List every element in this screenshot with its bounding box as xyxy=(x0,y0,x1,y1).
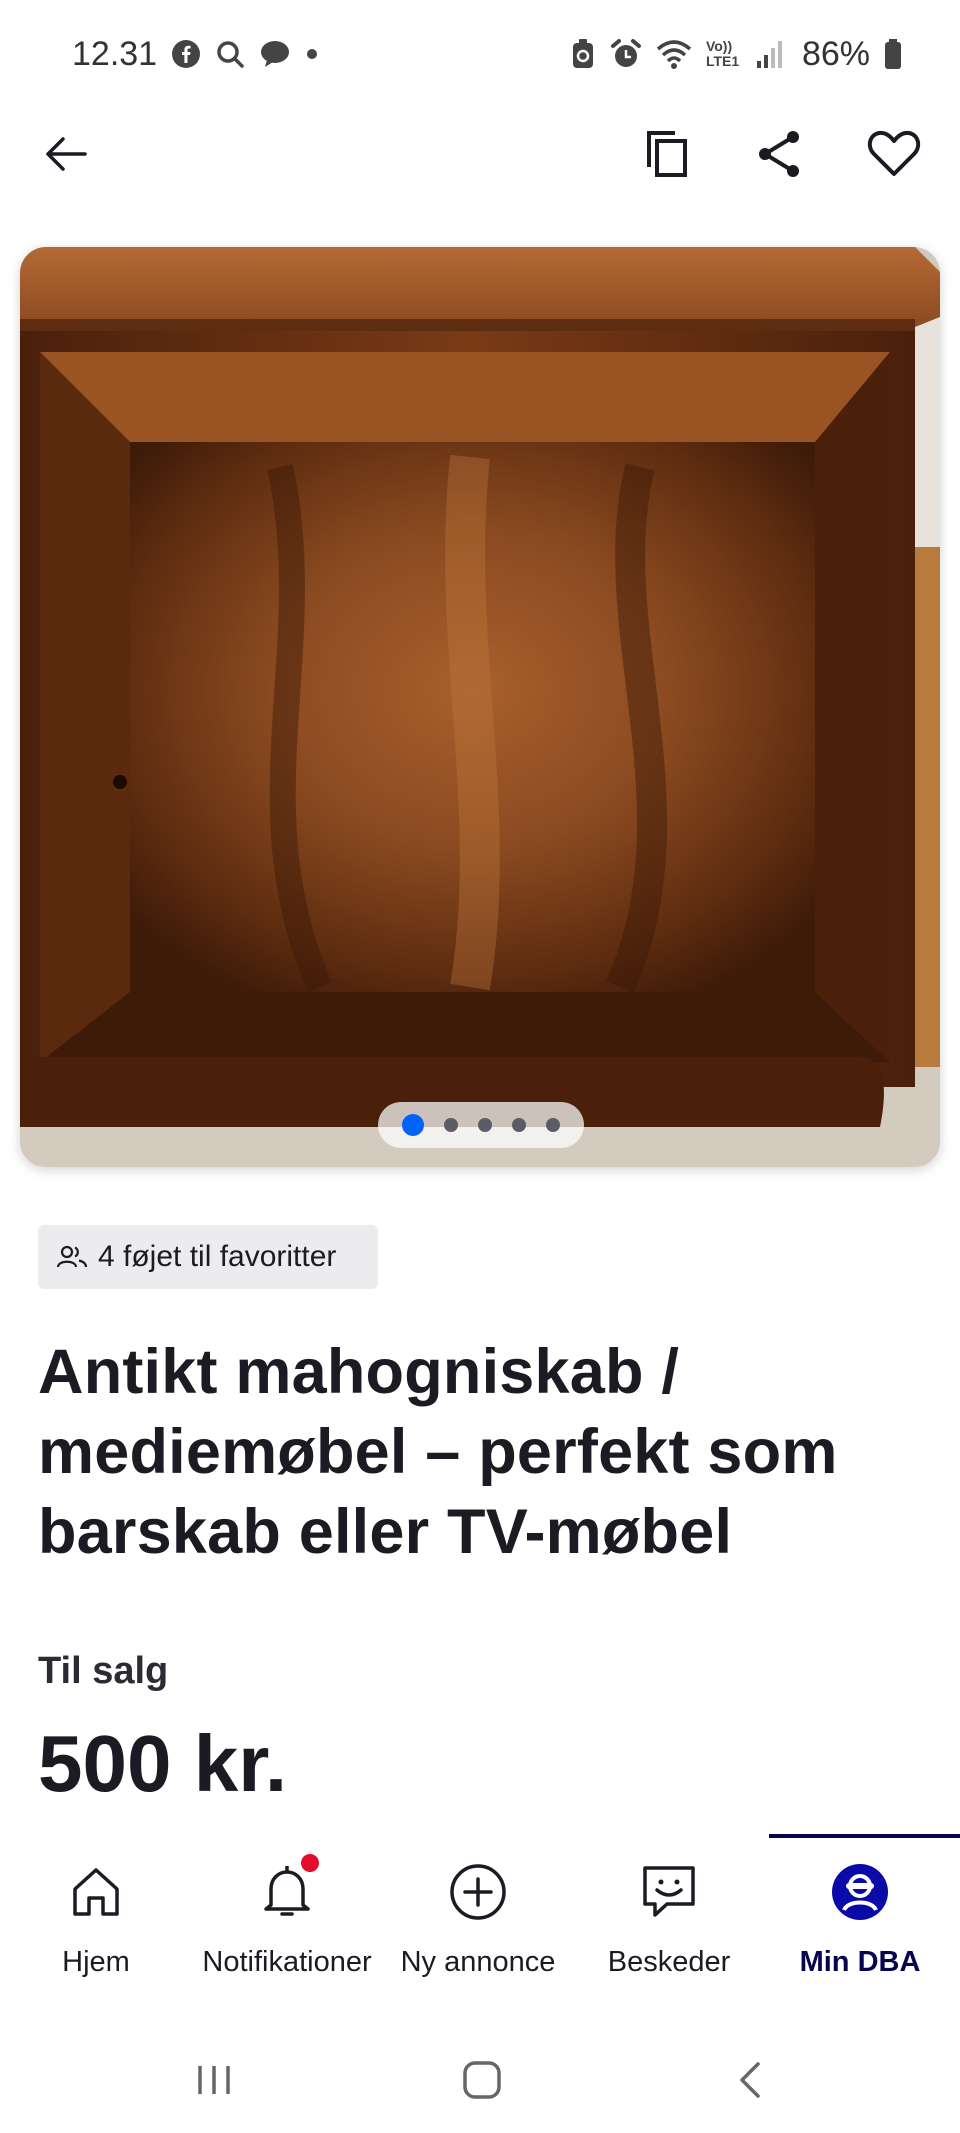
back-button[interactable] xyxy=(34,122,98,186)
gallery-dot[interactable] xyxy=(546,1118,560,1132)
dot-icon xyxy=(305,47,319,61)
home-icon xyxy=(64,1860,128,1924)
nav-label-notifications: Notifikationer xyxy=(202,1946,372,1978)
status-right: Vo)) LTE1 86% xyxy=(570,35,902,74)
nav-label-messages: Beskeder xyxy=(607,1946,731,1978)
chat-icon xyxy=(637,1860,701,1924)
wifi-icon xyxy=(656,39,692,69)
signal-icon xyxy=(756,39,784,69)
messenger-icon xyxy=(259,39,291,69)
listing-photo xyxy=(20,247,940,1167)
nav-label-home: Hjem xyxy=(62,1946,130,1978)
active-tab-indicator xyxy=(769,1834,960,1838)
recents-button[interactable] xyxy=(174,2040,254,2120)
alarm-icon xyxy=(610,38,642,70)
gallery-dot[interactable] xyxy=(402,1114,424,1136)
favorite-button[interactable] xyxy=(862,122,926,186)
recents-icon xyxy=(198,2066,230,2094)
gallery-dot[interactable] xyxy=(478,1118,492,1132)
notification-dot xyxy=(301,1854,319,1872)
copy-icon xyxy=(647,131,687,177)
users-icon xyxy=(56,1245,88,1268)
listing-status: Til salg xyxy=(38,1650,169,1692)
listing-title: Antikt mahogniskab / mediemøbel – perfek… xyxy=(38,1337,838,1567)
bottom-navigation: Hjem Notifikationer Ny annonce Beskeder xyxy=(0,1830,960,2010)
gallery-pagination xyxy=(378,1102,584,1148)
image-gallery[interactable] xyxy=(20,247,940,1167)
facebook-icon xyxy=(171,39,201,69)
battery-percentage: 86% xyxy=(801,34,870,73)
nav-item-messages[interactable]: Beskeder xyxy=(573,1860,765,2000)
back-arrow-icon xyxy=(46,137,87,171)
battery-icon xyxy=(884,38,902,70)
nav-item-home[interactable]: Hjem xyxy=(0,1860,192,2000)
nav-item-notifications[interactable]: Notifikationer xyxy=(191,1854,383,2000)
system-back-button[interactable] xyxy=(712,2040,792,2120)
bell-icon xyxy=(255,1854,319,1924)
favorites-count-badge: 4 føjet til favoritter xyxy=(38,1225,378,1289)
listing-page: 12.31 Vo)) LTE1 86% 4 føjet til favoritt… xyxy=(0,0,960,2133)
profile-icon xyxy=(828,1860,892,1924)
status-left: 12.31 xyxy=(72,35,319,74)
share-button[interactable] xyxy=(748,122,812,186)
favorites-count-text: 4 føjet til favoritter xyxy=(98,1240,337,1273)
volte-icon: Vo)) LTE1 xyxy=(705,38,740,69)
search-icon xyxy=(215,39,245,69)
nav-label-my-dba: Min DBA xyxy=(799,1946,921,1978)
status-bar: 12.31 Vo)) LTE1 86% xyxy=(0,0,960,108)
home-button[interactable] xyxy=(442,2040,522,2120)
system-back-icon xyxy=(740,2062,760,2098)
listing-price: 500 kr. xyxy=(38,1719,288,1808)
heart-icon xyxy=(867,130,921,176)
battery-saver-icon xyxy=(570,38,596,70)
system-navigation-bar xyxy=(0,2020,960,2133)
copy-button[interactable] xyxy=(636,122,700,186)
nav-label-new-listing: Ny annonce xyxy=(400,1946,556,1978)
gallery-dot[interactable] xyxy=(444,1118,458,1132)
plus-circle-icon xyxy=(446,1860,510,1924)
status-time: 12.31 xyxy=(72,34,158,73)
nav-item-new-listing[interactable]: Ny annonce xyxy=(382,1860,574,2000)
nav-item-my-dba[interactable]: Min DBA xyxy=(764,1860,956,2000)
home-button-icon xyxy=(463,2061,501,2099)
gallery-dot[interactable] xyxy=(512,1118,526,1132)
top-navigation xyxy=(0,108,960,196)
share-icon xyxy=(759,131,799,177)
